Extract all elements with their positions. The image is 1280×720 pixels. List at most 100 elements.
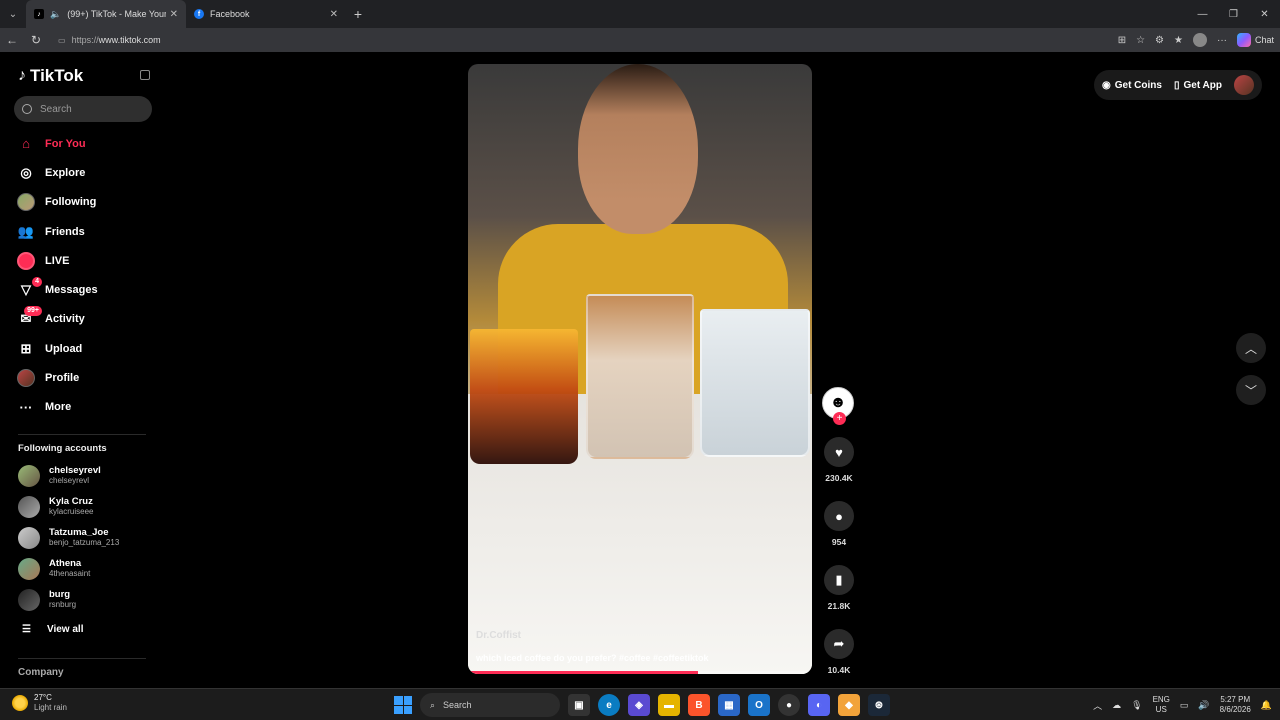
lang-code: ENG xyxy=(1152,695,1170,704)
close-tab-icon[interactable]: ✕ xyxy=(170,9,178,20)
network-icon[interactable]: ▭ xyxy=(1180,700,1189,711)
account-item[interactable]: burg rsnburg xyxy=(18,584,119,615)
nav-following[interactable]: Following xyxy=(16,188,98,217)
nav-more[interactable]: ··· More xyxy=(16,393,98,422)
get-coins-button[interactable]: ◉ Get Coins xyxy=(1102,80,1162,91)
share-icon[interactable]: ➦ xyxy=(824,629,854,659)
like-action[interactable]: ♥ 230.4K xyxy=(822,437,856,483)
save-action[interactable]: ▮ 21.8K xyxy=(822,565,856,611)
system-tray: ︿ ☁ 🎙 ENG US ▭ 🔊 5:27 PM 8/6/2026 🔔 xyxy=(1093,693,1272,717)
tiktok-logo[interactable]: ♪ TikTok xyxy=(18,66,83,86)
search-icon: ⌕ xyxy=(430,699,436,710)
follow-plus-icon[interactable]: + xyxy=(833,412,846,425)
copilot-icon xyxy=(1236,33,1251,47)
task-view-icon[interactable]: ▣ xyxy=(568,694,590,716)
copilot-app-icon[interactable]: ◈ xyxy=(628,694,650,716)
tab-facebook[interactable]: f Facebook ✕ xyxy=(186,0,346,28)
close-tab-icon[interactable]: ✕ xyxy=(330,9,338,20)
nav-messages[interactable]: ▽ 4 Messages xyxy=(16,275,98,304)
volume-icon[interactable]: 🔊 xyxy=(1198,700,1209,711)
back-icon[interactable]: ← xyxy=(0,28,24,52)
settings-more-icon[interactable]: ··· xyxy=(1217,35,1227,46)
close-window-icon[interactable]: ✕ xyxy=(1249,0,1280,28)
outlook-icon[interactable]: O xyxy=(748,694,770,716)
clock[interactable]: 5:27 PM 8/6/2026 xyxy=(1220,695,1251,715)
user-avatar[interactable] xyxy=(1234,75,1254,95)
taskbar-search[interactable]: ⌕ Search xyxy=(420,693,560,717)
tab-title: Facebook xyxy=(210,9,250,19)
notifications-icon[interactable]: 🔔 xyxy=(1261,700,1272,711)
microphone-icon[interactable]: 🎙 xyxy=(1131,700,1142,711)
time: 5:27 PM xyxy=(1220,695,1251,704)
account-item[interactable]: chelseyrevl chelseyrevl xyxy=(18,461,119,492)
video-progress-bar[interactable] xyxy=(468,671,812,674)
favorite-star-icon[interactable]: ☆ xyxy=(1136,35,1145,46)
language-indicator[interactable]: ENG US xyxy=(1153,695,1170,715)
creator-avatar[interactable]: ☻ + xyxy=(822,387,854,425)
nav-label: Upload xyxy=(45,342,83,355)
ice-glass xyxy=(700,309,810,457)
onedrive-icon[interactable]: ☁ xyxy=(1112,700,1121,711)
refresh-icon[interactable]: ↻ xyxy=(24,28,48,52)
divider xyxy=(18,434,146,435)
nav-label: LIVE xyxy=(45,254,70,267)
divider xyxy=(18,658,146,659)
video-author[interactable]: Dr.Coffist xyxy=(476,630,521,641)
nav-label: Friends xyxy=(45,225,85,238)
video-caption[interactable]: which iced coffee do you prefer? #coffee… xyxy=(476,653,709,663)
edge-icon[interactable]: e xyxy=(598,694,620,716)
comment-action[interactable]: ● 954 xyxy=(822,501,856,547)
bookmark-icon[interactable]: ▮ xyxy=(824,565,854,595)
minimize-icon[interactable]: — xyxy=(1187,0,1218,28)
copilot-chat-button[interactable]: Chat xyxy=(1236,33,1274,47)
collapse-sidebar-icon[interactable] xyxy=(140,70,150,80)
windows-start-icon[interactable] xyxy=(394,696,412,714)
nav-profile[interactable]: Profile xyxy=(16,363,98,392)
file-explorer-icon[interactable]: ▬ xyxy=(658,694,680,716)
account-item[interactable]: Athena 4thenasaint xyxy=(18,553,119,584)
get-app-label: Get App xyxy=(1183,79,1222,91)
tab-actions-chevron-icon[interactable]: ⌄ xyxy=(0,0,26,28)
tray-chevron-up-icon[interactable]: ︿ xyxy=(1093,699,1102,712)
brave-icon[interactable]: B xyxy=(688,694,710,716)
nav-for-you[interactable]: ⌂ For You xyxy=(16,129,98,158)
get-app-button[interactable]: ▯ Get App xyxy=(1174,80,1222,91)
video-player[interactable]: Dr.Coffist which iced coffee do you pref… xyxy=(468,64,812,674)
account-item[interactable]: Tatzuma_Joe benjo_tatzuma_213 xyxy=(18,523,119,554)
account-handle: 4thenasaint xyxy=(49,568,91,578)
favorites-icon[interactable]: ★ xyxy=(1174,35,1183,46)
view-all-button[interactable]: ☰ View all xyxy=(22,624,83,635)
site-info-icon[interactable]: ▭ xyxy=(58,36,66,45)
nav-upload[interactable]: ⊞ Upload xyxy=(16,334,98,363)
previous-video-chevron-up-icon[interactable]: ︿ xyxy=(1236,333,1266,363)
next-video-chevron-down-icon[interactable]: ﹀ xyxy=(1236,375,1266,405)
tiktok-favicon-icon: ♪ xyxy=(34,9,44,19)
restore-icon[interactable]: ❐ xyxy=(1218,0,1249,28)
url-field[interactable]: ▭ https://www.tiktok.com xyxy=(52,31,1092,49)
store-icon[interactable]: ▦ xyxy=(718,694,740,716)
coin-icon: ◉ xyxy=(1102,79,1111,91)
share-action[interactable]: ➦ 10.4K xyxy=(822,629,856,675)
nav-explore[interactable]: ◎ Explore xyxy=(16,158,98,187)
top-right-actions: ◉ Get Coins ▯ Get App xyxy=(1094,70,1262,100)
nav-live[interactable]: LIVE xyxy=(16,246,98,275)
discord-icon[interactable]: ◐ xyxy=(808,694,830,716)
weather-widget[interactable]: 27°C Light rain xyxy=(12,693,67,713)
nav-activity[interactable]: ✉ 99+ Activity xyxy=(16,305,98,334)
browser-profile-avatar[interactable] xyxy=(1192,33,1207,47)
speaker-icon[interactable]: 🔈 xyxy=(50,9,61,20)
extensions-icon[interactable]: ⚙ xyxy=(1155,35,1164,46)
search-input[interactable]: Search xyxy=(14,96,152,122)
comment-icon[interactable]: ● xyxy=(824,501,854,531)
temperature: 27°C xyxy=(34,693,52,702)
tab-tiktok[interactable]: ♪ 🔈 (99+) TikTok - Make Your Day ✕ xyxy=(26,0,186,28)
chrome-icon[interactable]: ● xyxy=(778,694,800,716)
heart-icon[interactable]: ♥ xyxy=(824,437,854,467)
nav-friends[interactable]: 👥 Friends xyxy=(16,217,98,246)
app-available-icon[interactable]: ⊞ xyxy=(1118,35,1126,46)
new-tab-icon[interactable]: + xyxy=(346,0,370,28)
company-link[interactable]: Company xyxy=(18,667,64,678)
app-icon[interactable]: ◆ xyxy=(838,694,860,716)
account-item[interactable]: Kyla Cruz kylacruiseee xyxy=(18,492,119,523)
steam-icon[interactable]: ⊛ xyxy=(868,694,890,716)
